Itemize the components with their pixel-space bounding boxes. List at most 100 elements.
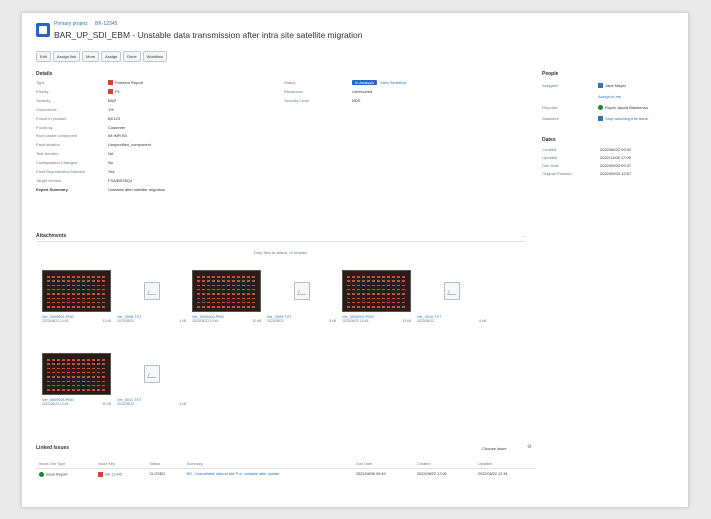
- file-icon: [444, 282, 460, 300]
- column-header[interactable]: Issue Key: [95, 460, 147, 469]
- attachment-placeholder[interactable]: [117, 270, 186, 312]
- more-button[interactable]: More: [82, 51, 100, 62]
- date-value: 2022/11/08 17:09: [600, 155, 631, 160]
- screen-text-line: [47, 376, 106, 378]
- attachment-size: 4 kB: [179, 319, 186, 323]
- screen-text-line: [47, 288, 106, 291]
- linked-issues-options-icon[interactable]: ⚙: [527, 444, 531, 450]
- details-field-value: IM IMR BX: [108, 133, 127, 138]
- reporter-avatar: [598, 105, 603, 111]
- details-field-text: Yes: [108, 169, 115, 174]
- bug-icon: [98, 472, 104, 477]
- attachment-thumbnail[interactable]: Ver_0011.TXT 2022/08/22 4 kB: [117, 353, 186, 406]
- details-field-text: Problem Report: [115, 80, 144, 85]
- people-field-label: Assignee: [542, 83, 559, 88]
- details-field-label: Root cause component: [36, 133, 78, 139]
- dates-heading: Dates: [542, 137, 556, 143]
- column-header[interactable]: Summary: [183, 460, 353, 469]
- attachment-thumbnail[interactable]: Ver_0009003.PNG 2022/08/22 10:45 33 kB: [342, 270, 411, 323]
- people-field-value[interactable]: Stop watching this issue: [598, 116, 648, 122]
- details-field-value: Unspecified_component: [108, 142, 151, 147]
- people-field-value[interactable]: Assign to me: [598, 94, 621, 99]
- attachment-thumbnail[interactable]: Ver_0009001.PNG 2022/08/22 10:45 31 kB: [42, 270, 111, 323]
- attachment-placeholder[interactable]: [117, 353, 186, 395]
- file-icon: [144, 365, 160, 383]
- issue-summary[interactable]: BR - Unavailable data at site P or unsta…: [184, 469, 353, 481]
- details-field-value: NA: [108, 151, 114, 156]
- attachment-thumbnail[interactable]: Ver_0009004.PNG 2022/08/22 10:45 30 kB: [42, 353, 111, 406]
- workflow-button[interactable]: Workflow: [142, 51, 168, 62]
- assign-link-button[interactable]: Assign link: [52, 51, 81, 62]
- attachment-placeholder[interactable]: [417, 270, 486, 312]
- attachments-divider: [36, 241, 526, 242]
- breadcrumb-issue-key[interactable]: BK-12345: [95, 21, 117, 27]
- screen-text-line: [347, 284, 406, 287]
- link-type-icon: [39, 472, 44, 477]
- attachment-size: 30 kB: [102, 402, 111, 406]
- attachment-thumbnail[interactable]: Ver_0009002.PNG 2022/08/22 10:45 32 kB: [192, 270, 261, 323]
- details-field-label: Found in product: [36, 115, 67, 121]
- assign-button[interactable]: Assign: [101, 51, 122, 62]
- issue-due-date: 2022/08/06 09:49: [356, 472, 386, 476]
- priority-icon: [108, 89, 113, 95]
- screen-text-line: [347, 301, 406, 304]
- date-value: 2022/09/03 12:07: [600, 171, 632, 176]
- screen-text-line: [197, 284, 256, 287]
- column-header[interactable]: Due Date: [353, 460, 414, 469]
- column-header[interactable]: Updated: [474, 460, 536, 469]
- attachment-image-preview[interactable]: [192, 270, 261, 312]
- table-row: Issue Report BK-12345 CLOSED BR - Unavailab…: [36, 469, 536, 481]
- details-field-label: Configuration Changed: [36, 160, 78, 166]
- attachment-meta: 2022/08/22 10:45 32 kB: [192, 319, 261, 323]
- edit-button[interactable]: Edit: [36, 51, 51, 62]
- attachment-image-preview[interactable]: [42, 270, 111, 312]
- details-field-text: NDS: [352, 97, 361, 103]
- attachment-thumbnail[interactable]: Ver_0009.TXT 2022/08/22 5 kB: [267, 270, 336, 323]
- attachment-image-preview[interactable]: [342, 270, 411, 312]
- details-field-text: Customer: [108, 124, 126, 130]
- choose-issue-filter[interactable]: Choose Issue: [482, 446, 506, 451]
- details-field-label: Status: [284, 80, 296, 85]
- details-field-value: Problem Report: [108, 80, 144, 86]
- screen-text-line: [197, 276, 256, 278]
- attachment-placeholder[interactable]: [267, 270, 336, 312]
- screen-text-line: [47, 297, 106, 300]
- column-header[interactable]: Created: [413, 460, 475, 469]
- attachment-thumbnail[interactable]: Ver_0008.TXT 2022/08/22 4 kB: [117, 270, 186, 323]
- issue-toolbar: Edit Assign link More Assign Done Workfl…: [36, 51, 168, 62]
- details-field-label: Fault location: [36, 142, 60, 148]
- page-title: BAR_UP_SDI_EBM - Unstable data transmiss…: [54, 30, 363, 40]
- breadcrumb-project[interactable]: Primary project: [54, 21, 88, 27]
- view-workflow-link[interactable]: View Workflow: [380, 80, 406, 85]
- attachment-date: 2022/08/22 10:45: [42, 402, 69, 406]
- screen-text-line: [197, 306, 256, 308]
- attachment-meta: 2022/08/22 10:45 33 kB: [342, 319, 411, 323]
- bug-icon: [108, 80, 113, 86]
- screen-text-line: [347, 306, 406, 308]
- people-field-label: Watchers: [542, 116, 559, 121]
- issue-status: CLOSED: [149, 472, 166, 476]
- people-field-value: Jane Mayer: [598, 83, 626, 89]
- attachment-image-preview[interactable]: [42, 353, 111, 395]
- attachment-meta: 2022/08/22 5 kB: [267, 319, 336, 323]
- file-icon: [294, 282, 310, 300]
- details-field-value: In Analysis View Workflow: [352, 80, 406, 85]
- done-button[interactable]: Done: [123, 51, 141, 62]
- screen-text-line: [47, 359, 106, 361]
- attachment-date: 2022/08/22 10:45: [42, 319, 69, 323]
- screen-text-line: [347, 276, 406, 278]
- attachment-thumbnail[interactable]: Ver_0010.TXT 2022/08/22 6 kB: [417, 270, 486, 323]
- issue-link-type-cell: Issue Report: [36, 469, 95, 481]
- screen-text-line: [47, 384, 106, 387]
- column-header[interactable]: Status: [146, 460, 184, 469]
- issue-key-cell[interactable]: BK-12345: [95, 469, 146, 481]
- attachment-size: 32 kB: [252, 319, 261, 323]
- screen-text-line: [347, 280, 406, 282]
- screen-text-line: [47, 306, 106, 308]
- table-body: Issue Report BK-12345 CLOSED BR - Unavailab…: [36, 469, 536, 481]
- screen-text-line: [47, 280, 106, 282]
- attachments-options-icon[interactable]: …: [522, 233, 527, 239]
- attachment-meta: 2022/08/22 10:45 30 kB: [42, 402, 111, 406]
- issue-key[interactable]: BK-12345: [105, 473, 122, 477]
- column-header[interactable]: Issue Link Type: [36, 460, 96, 469]
